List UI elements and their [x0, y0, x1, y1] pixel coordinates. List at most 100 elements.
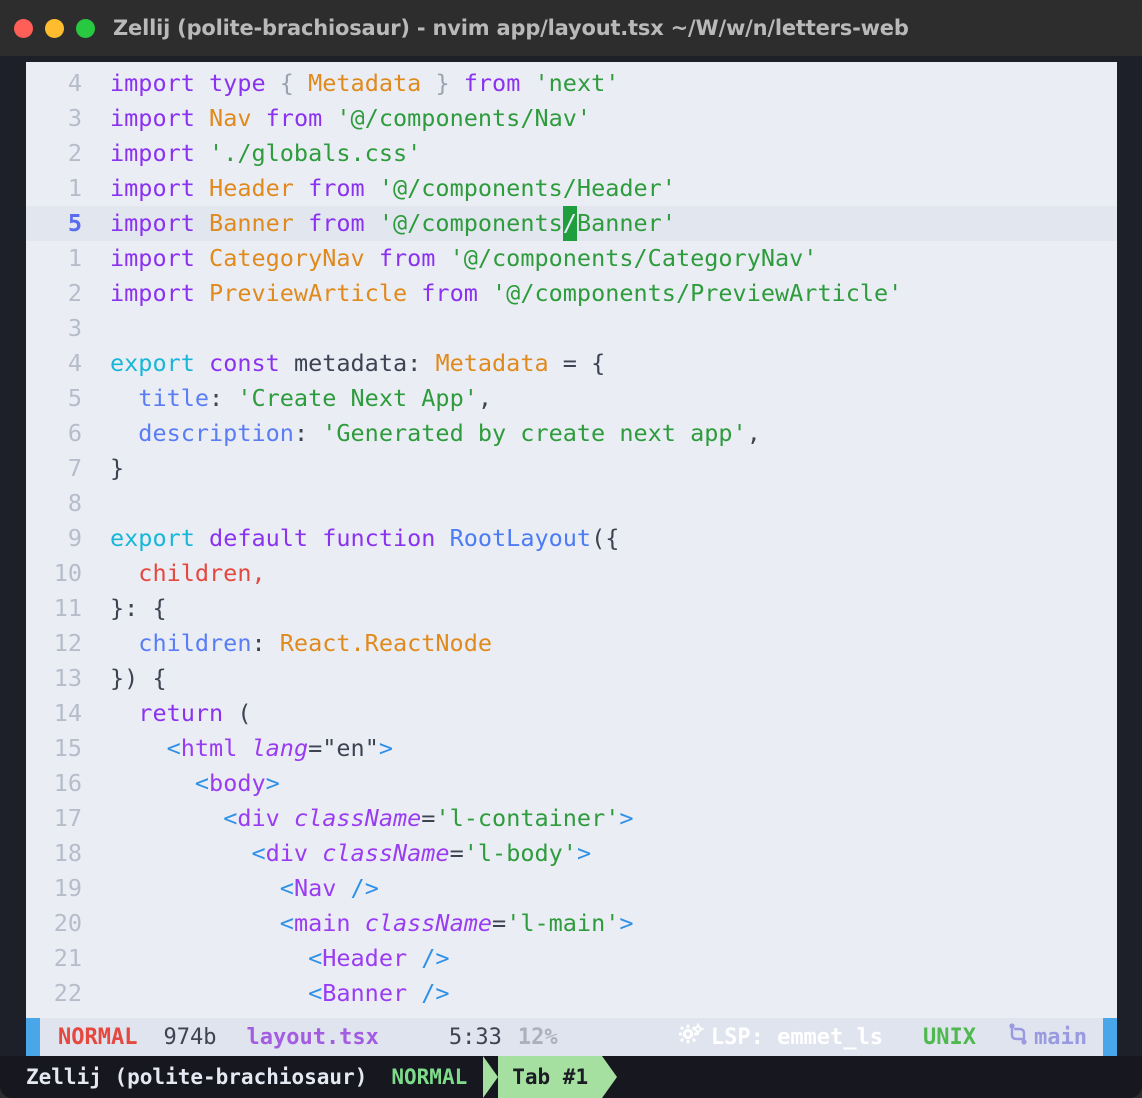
line-content: import Nav from '@/components/Nav'	[82, 101, 1117, 136]
line-number: 12	[26, 626, 82, 661]
code-line[interactable]: 17 <div className='l-container'>	[26, 801, 1117, 836]
code-line[interactable]: 14 return (	[26, 696, 1117, 731]
code-line[interactable]: 5 title: 'Create Next App',	[26, 381, 1117, 416]
line-content: <Nav />	[82, 871, 1117, 906]
statusline-left-accent	[26, 1018, 40, 1056]
code-line[interactable]: 18 <div className='l-body'>	[26, 836, 1117, 871]
line-content: title: 'Create Next App',	[82, 381, 1117, 416]
statusline-right-accent	[1103, 1018, 1117, 1056]
line-content: <div className='l-body'>	[82, 836, 1117, 871]
code-line[interactable]: 20 <main className='l-main'>	[26, 906, 1117, 941]
line-number: 1	[26, 241, 82, 276]
line-number: 22	[26, 976, 82, 1011]
line-content: import CategoryNav from '@/components/Ca…	[82, 241, 1117, 276]
code-line[interactable]: 1 import CategoryNav from '@/components/…	[26, 241, 1117, 276]
line-number: 19	[26, 871, 82, 906]
line-content: import Banner from '@/components/Banner'	[82, 206, 1117, 241]
terminal-window: Zellij (polite-brachiosaur) - nvim app/l…	[0, 0, 1142, 1098]
line-number: 5	[26, 381, 82, 416]
git-branch-icon	[1006, 1022, 1030, 1052]
code-line[interactable]: 10 children,	[26, 556, 1117, 591]
status-filesize: 974b	[137, 1025, 216, 1050]
status-position: 5:33	[379, 1025, 502, 1050]
window-titlebar: Zellij (polite-brachiosaur) - nvim app/l…	[0, 0, 1142, 56]
line-content: export default function RootLayout({	[82, 521, 1117, 556]
line-number: 8	[26, 486, 82, 521]
zellij-tab-1[interactable]: Tab #1	[483, 1056, 617, 1098]
status-mode: NORMAL	[40, 1025, 137, 1050]
nvim-editor-pane[interactable]: 4 import type { Metadata } from 'next' 3…	[26, 62, 1117, 1018]
code-line[interactable]: 2 import PreviewArticle from '@/componen…	[26, 276, 1117, 311]
line-number: 20	[26, 906, 82, 941]
line-content: description: 'Generated by create next a…	[82, 416, 1117, 451]
line-content: <body>	[82, 766, 1117, 801]
code-line[interactable]: 7 }	[26, 451, 1117, 486]
status-lsp: LSP: emmet_ls	[679, 1023, 883, 1051]
code-line[interactable]: 3	[26, 311, 1117, 346]
line-number: 9	[26, 521, 82, 556]
code-line[interactable]: 21 <Header />	[26, 941, 1117, 976]
line-content: }) {	[82, 661, 1117, 696]
line-number: 3	[26, 311, 82, 346]
line-number: 15	[26, 731, 82, 766]
line-content: return (	[82, 696, 1117, 731]
code-line[interactable]: 4 export const metadata: Metadata = {	[26, 346, 1117, 381]
code-line[interactable]: 4 import type { Metadata } from 'next'	[26, 66, 1117, 101]
line-number: 3	[26, 101, 82, 136]
code-line[interactable]: 1 import Header from '@/components/Heade…	[26, 171, 1117, 206]
line-number: 4	[26, 346, 82, 381]
line-number: 14	[26, 696, 82, 731]
nvim-statusline: NORMAL 974b layout.tsx 5:33 12%	[26, 1018, 1117, 1056]
line-content: <html lang="en">	[82, 731, 1117, 766]
code-line[interactable]: 11 }: {	[26, 591, 1117, 626]
line-number: 10	[26, 556, 82, 591]
code-line[interactable]: 9 export default function RootLayout({	[26, 521, 1117, 556]
line-content: }: {	[82, 591, 1117, 626]
line-number: 11	[26, 591, 82, 626]
status-fileformat: UNIX	[883, 1025, 976, 1050]
line-content: <Header />	[82, 941, 1117, 976]
line-content: <div className='l-container'>	[82, 801, 1117, 836]
minimize-button[interactable]	[45, 19, 64, 38]
terminal-body: 4 import type { Metadata } from 'next' 3…	[0, 56, 1142, 1056]
line-content: children: React.ReactNode	[82, 626, 1117, 661]
line-number: 4	[26, 66, 82, 101]
line-number-current: 5	[26, 206, 82, 241]
zellij-tab-label[interactable]: Tab #1	[498, 1056, 602, 1098]
code-line[interactable]: 6 description: 'Generated by create next…	[26, 416, 1117, 451]
code-line[interactable]: 3 import Nav from '@/components/Nav'	[26, 101, 1117, 136]
window-controls	[14, 19, 95, 38]
text-cursor: /	[563, 206, 577, 241]
status-filename: layout.tsx	[216, 1025, 378, 1050]
code-line[interactable]: 12 children: React.ReactNode	[26, 626, 1117, 661]
code-line[interactable]: 13 }) {	[26, 661, 1117, 696]
gears-icon	[679, 1023, 705, 1051]
status-branch-label: main	[1034, 1025, 1087, 1050]
code-line[interactable]: 15 <html lang="en">	[26, 731, 1117, 766]
close-button[interactable]	[14, 19, 33, 38]
code-line[interactable]: 2 import './globals.css'	[26, 136, 1117, 171]
line-content: <main className='l-main'>	[82, 906, 1117, 941]
line-content: export const metadata: Metadata = {	[82, 346, 1117, 381]
tab-left-arrow	[483, 1056, 498, 1098]
line-number: 7	[26, 451, 82, 486]
status-lsp-label: LSP: emmet_ls	[711, 1025, 883, 1050]
window-title: Zellij (polite-brachiosaur) - nvim app/l…	[113, 16, 909, 40]
status-percent: 12%	[502, 1025, 558, 1050]
line-number: 21	[26, 941, 82, 976]
code-line[interactable]: 22 <Banner />	[26, 976, 1117, 1011]
line-content: }	[82, 451, 1117, 486]
code-line[interactable]: 19 <Nav />	[26, 871, 1117, 906]
code-line[interactable]: 8	[26, 486, 1117, 521]
line-content: import PreviewArticle from '@/components…	[82, 276, 1117, 311]
code-line[interactable]: 16 <body>	[26, 766, 1117, 801]
maximize-button[interactable]	[76, 19, 95, 38]
line-number: 16	[26, 766, 82, 801]
code-line-current[interactable]: 5 import Banner from '@/components/Banne…	[26, 206, 1117, 241]
zellij-status-bar: Zellij (polite-brachiosaur) NORMAL Tab #…	[0, 1056, 1142, 1098]
zellij-session-name: Zellij (polite-brachiosaur)	[26, 1065, 367, 1089]
status-branch: main	[976, 1022, 1103, 1052]
line-content: import './globals.css'	[82, 136, 1117, 171]
line-number: 2	[26, 276, 82, 311]
line-content: <Banner />	[82, 976, 1117, 1011]
